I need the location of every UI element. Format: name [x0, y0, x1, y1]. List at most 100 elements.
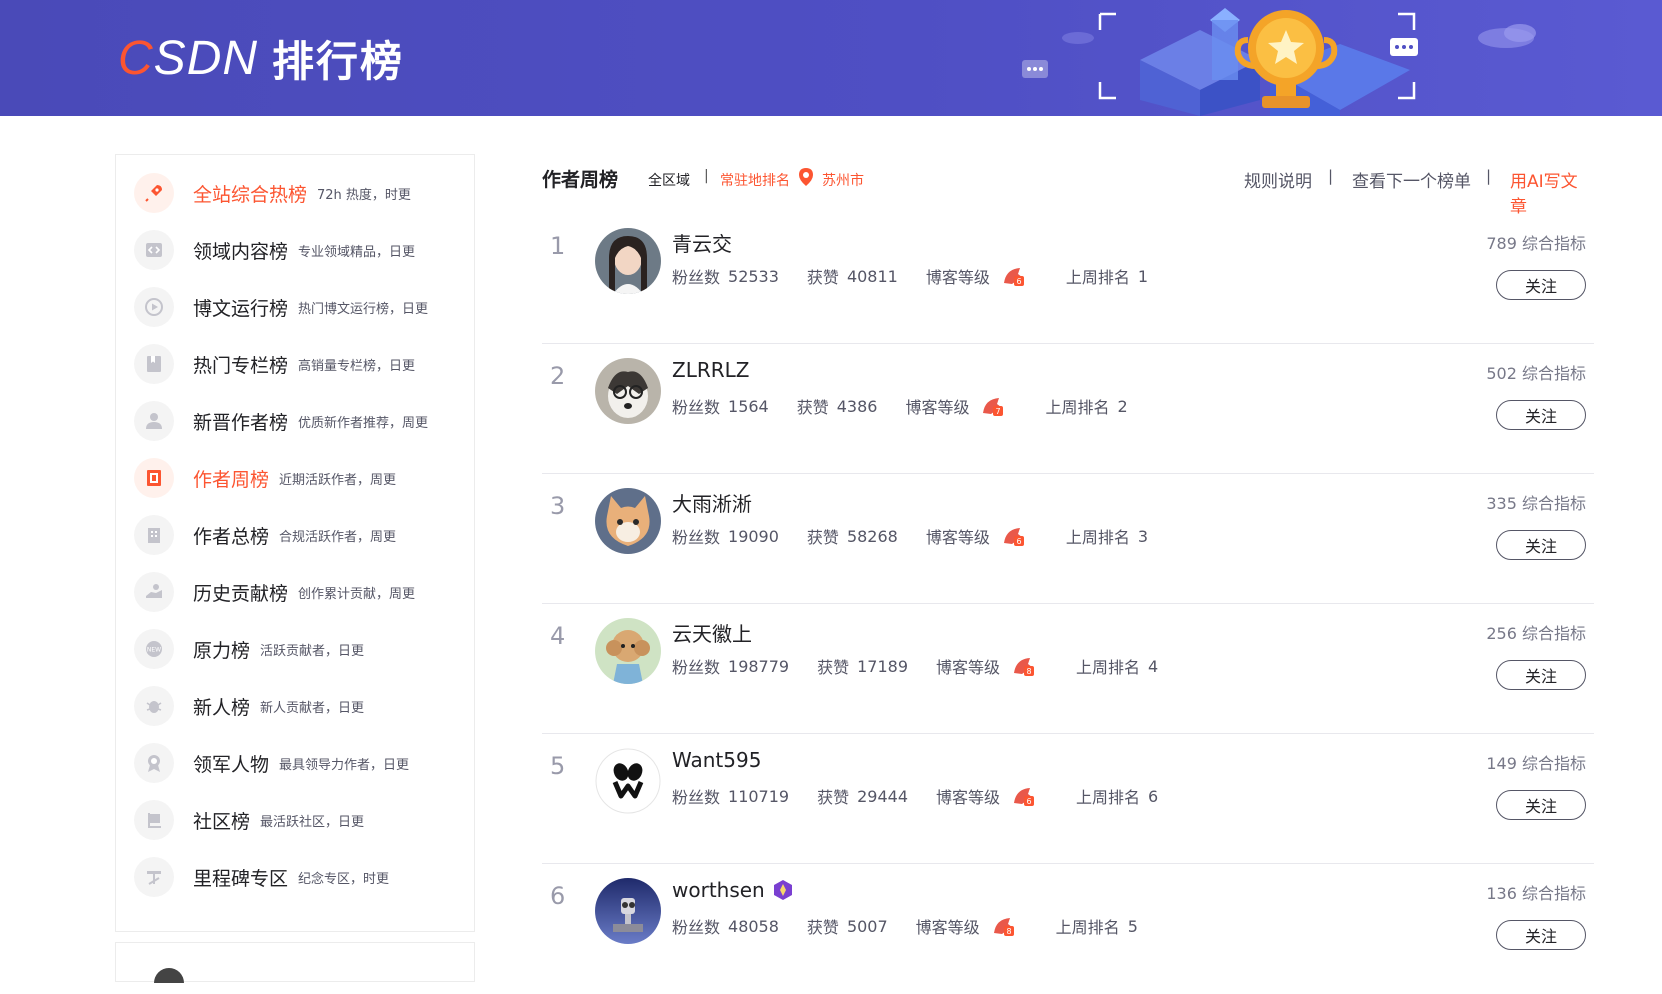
user-icon: [134, 401, 174, 441]
sidebar-item-desc: 高销量专栏榜，日更: [298, 358, 416, 374]
sidebar-item-newcomer[interactable]: 新人榜 新人贡献者，日更: [134, 686, 364, 726]
next-board-link[interactable]: 查看下一个榜单: [1352, 167, 1471, 192]
svg-text:8: 8: [1006, 927, 1011, 936]
rank-row: 4 云天徽上 粉丝数 198779 获赞 17189 博客等级 8 上周排名 4 25…: [542, 604, 1594, 734]
author-name[interactable]: worthsen: [672, 878, 793, 902]
score: 335 综合指标: [1486, 494, 1586, 513]
avatar[interactable]: [595, 488, 661, 554]
location-pin-icon: [799, 168, 813, 186]
sidebar-item-desc: 最具领导力作者，日更: [279, 757, 410, 773]
blog-level-icon: 8: [1014, 658, 1035, 676]
sidebar-item-label: 里程碑专区: [193, 867, 289, 890]
sidebar-item-author-weekly[interactable]: 作者周榜 近期活跃作者，周更: [134, 458, 396, 498]
score: 149 综合指标: [1486, 754, 1586, 773]
sidebar-item-desc: 活跃贡献者，日更: [260, 643, 365, 659]
blog-level-icon: 6: [1003, 528, 1024, 546]
author-stats: 粉丝数 198779 获赞 17189 博客等级 8 上周排名 4: [672, 656, 1159, 678]
sidebar-item-label: 全站综合热榜: [193, 183, 308, 206]
sidebar-item-desc: 72h 热度，时更: [317, 187, 411, 203]
author-name[interactable]: ZLRRLZ: [672, 358, 749, 382]
play-icon: [134, 287, 174, 327]
follow-button[interactable]: 关注: [1496, 270, 1586, 300]
follow-button[interactable]: 关注: [1496, 660, 1586, 690]
sidebar-item-blog-run[interactable]: 博文运行榜 热门博文运行榜，日更: [134, 287, 428, 327]
avatar[interactable]: [595, 228, 661, 294]
sidebar-item-leader[interactable]: 领军人物 最具领导力作者，日更: [134, 743, 409, 783]
medal-icon: [134, 743, 174, 783]
csdn-logo: CSDN: [118, 32, 259, 85]
svg-text:8: 8: [1026, 667, 1031, 676]
author-name[interactable]: Want595: [672, 748, 761, 772]
sidebar-item-column[interactable]: 热门专栏榜 高销量专栏榜，日更: [134, 344, 415, 384]
blog-level-icon: 6: [1014, 788, 1035, 806]
hand-icon: [134, 572, 174, 612]
divider: |: [1328, 167, 1334, 185]
svg-text:6: 6: [1016, 277, 1021, 286]
avatar[interactable]: [595, 878, 661, 944]
rank-number: 4: [550, 622, 566, 650]
rank-number: 6: [550, 882, 566, 910]
author-stats: 粉丝数 110719 获赞 29444 博客等级 6 上周排名 6: [672, 786, 1159, 808]
code-icon: [134, 230, 174, 270]
sidebar-item-label: 原力榜: [193, 639, 251, 662]
sidebar-item-label: 作者总榜: [193, 525, 270, 548]
region-filter[interactable]: 全区域: [648, 170, 690, 190]
sidebar-item-history[interactable]: 历史贡献榜 创作累计贡献，周更: [134, 572, 415, 612]
divider: |: [1486, 167, 1492, 185]
rank-number: 2: [550, 362, 566, 390]
author-name[interactable]: 青云交: [672, 228, 732, 257]
sidebar-item-label: 新人榜: [193, 696, 251, 719]
sidebar-item-domain[interactable]: 领域内容榜 专业领域精品，日更: [134, 230, 415, 270]
brand[interactable]: CSDN 排行榜: [118, 28, 404, 89]
sidebar-item-desc: 近期活跃作者，周更: [279, 472, 397, 488]
rank-number: 3: [550, 492, 566, 520]
sidebar-item-new-author[interactable]: 新晋作者榜 优质新作者推荐，周更: [134, 401, 428, 441]
sidebar-item-milestone[interactable]: 里程碑专区 纪念专区，时更: [134, 857, 389, 897]
rank-row: 6 worthsen 粉丝数 48058 获赞 5007 博客等级 8 上周排名 5 …: [542, 864, 1594, 994]
follow-button[interactable]: 关注: [1496, 400, 1586, 430]
local-rank-link[interactable]: 常驻地排名: [720, 170, 790, 190]
score: 789 综合指标: [1486, 234, 1586, 253]
sidebar-item-label: 社区榜: [193, 810, 251, 833]
ai-write-link[interactable]: 用AI写文章: [1510, 167, 1594, 217]
sidebar-item-community[interactable]: 社区榜 最活跃社区，日更: [134, 800, 364, 840]
avatar[interactable]: [595, 618, 661, 684]
sidebar-item-desc: 热门博文运行榜，日更: [298, 301, 429, 317]
sidebar-item-site-hot[interactable]: 全站综合热榜 72h 热度，时更: [134, 173, 411, 213]
sidebar-item-author-total[interactable]: 作者总榜 合规活跃作者，周更: [134, 515, 396, 555]
author-name[interactable]: 大雨淅淅: [672, 488, 752, 517]
score: 256 综合指标: [1486, 624, 1586, 643]
divider: |: [704, 168, 709, 184]
blog-level-icon: 6: [1003, 268, 1024, 286]
trophy-illustration: [1022, 8, 1536, 116]
sidebar-item-label: 热门专栏榜: [193, 354, 289, 377]
rank-number: 1: [550, 232, 566, 260]
follow-button[interactable]: 关注: [1496, 920, 1586, 950]
author-name[interactable]: 云天徽上: [672, 618, 752, 647]
sidebar-secondary-card: [115, 942, 475, 983]
avatar[interactable]: [595, 358, 661, 424]
sidebar-item-desc: 纪念专区，时更: [298, 871, 390, 887]
rank-number: 5: [550, 752, 566, 780]
follow-button[interactable]: 关注: [1496, 530, 1586, 560]
svg-text:7: 7: [996, 407, 1001, 416]
sidebar-item-desc: 优质新作者推荐，周更: [298, 415, 429, 431]
milestone-icon: [134, 857, 174, 897]
sidebar: 全站综合热榜 72h 热度，时更 领域内容榜 专业领域精品，日更 博文运行榜 热…: [115, 154, 475, 932]
page-title: 排行榜: [272, 37, 405, 86]
ranking-title: 作者周榜: [542, 169, 619, 191]
sidebar-item-desc: 新人贡献者，日更: [260, 700, 365, 716]
avatar[interactable]: [595, 748, 661, 814]
score: 502 综合指标: [1486, 364, 1586, 383]
city-link[interactable]: 苏州市: [822, 170, 864, 190]
rank-row: 2 ZLRRLZ 粉丝数 1564 获赞 4386 博客等级 7 上周排名 2 502…: [542, 344, 1594, 474]
rank-row: 3 大雨淅淅 粉丝数 19090 获赞 58268 博客等级 6 上周排名 3 335…: [542, 474, 1594, 604]
banner: CSDN 排行榜: [0, 0, 1662, 116]
sidebar-item-force[interactable]: NEW 原力榜 活跃贡献者，日更: [134, 629, 364, 669]
author-stats: 粉丝数 19090 获赞 58268 博客等级 6 上周排名 3: [672, 526, 1149, 548]
sidebar-item-label: 历史贡献榜: [193, 582, 289, 605]
sidebar-item-label: 领域内容榜: [193, 240, 289, 263]
follow-button[interactable]: 关注: [1496, 790, 1586, 820]
rules-link[interactable]: 规则说明: [1244, 167, 1312, 192]
svg-text:6: 6: [1026, 797, 1031, 806]
